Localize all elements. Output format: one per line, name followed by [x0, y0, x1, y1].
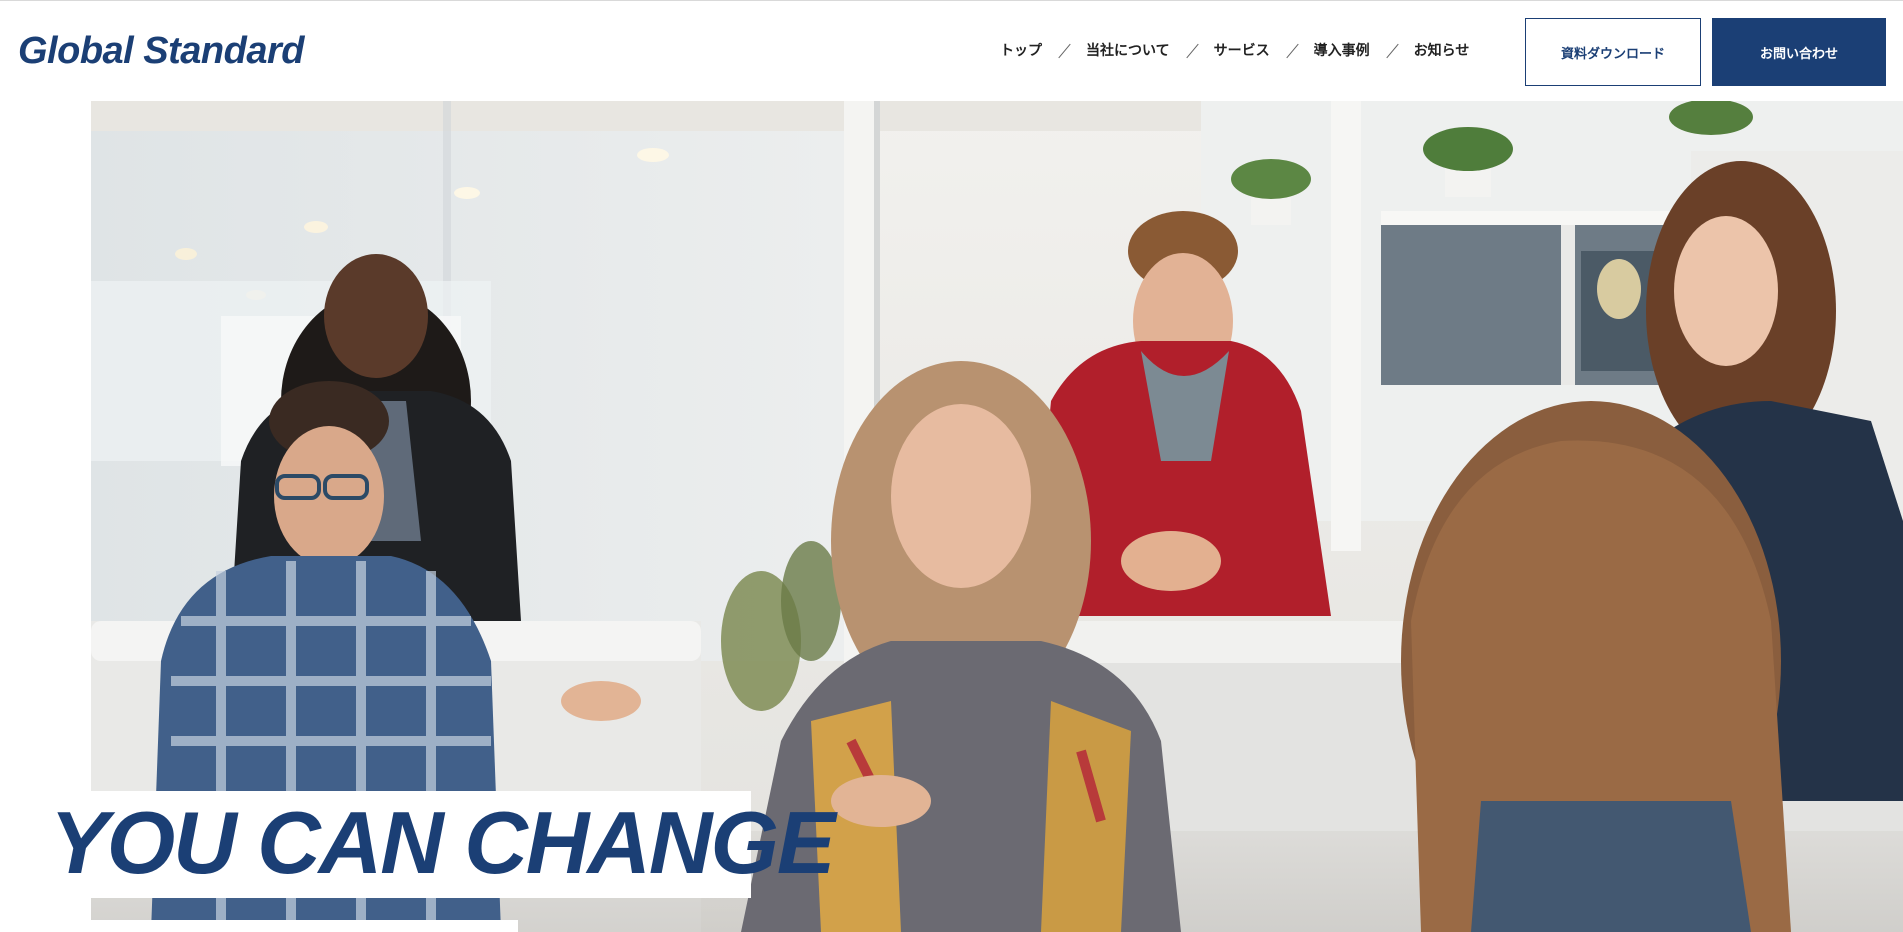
nav-separator [1270, 39, 1314, 63]
nav-separator [1370, 39, 1414, 63]
download-materials-button[interactable]: 資料ダウンロード [1525, 18, 1701, 86]
contact-button[interactable]: お問い合わせ [1712, 18, 1886, 86]
caption-underbar [91, 920, 518, 932]
nav-separator [1042, 39, 1086, 63]
nav-item-news[interactable]: お知らせ [1414, 39, 1470, 63]
nav-separator [1170, 39, 1214, 63]
main-navigation: トップ 当社について サービス 導入事例 お知らせ [1000, 39, 1469, 63]
nav-item-top[interactable]: トップ [1000, 39, 1042, 63]
nav-item-services[interactable]: サービス [1214, 39, 1270, 63]
site-header: Global Standard トップ 当社について サービス 導入事例 お知ら… [0, 1, 1903, 101]
nav-item-case-studies[interactable]: 導入事例 [1314, 39, 1370, 63]
site-logo[interactable]: Global Standard [18, 29, 304, 73]
nav-item-about[interactable]: 当社について [1086, 39, 1170, 63]
hero-caption-text: YOU CAN CHANGE [50, 793, 836, 892]
